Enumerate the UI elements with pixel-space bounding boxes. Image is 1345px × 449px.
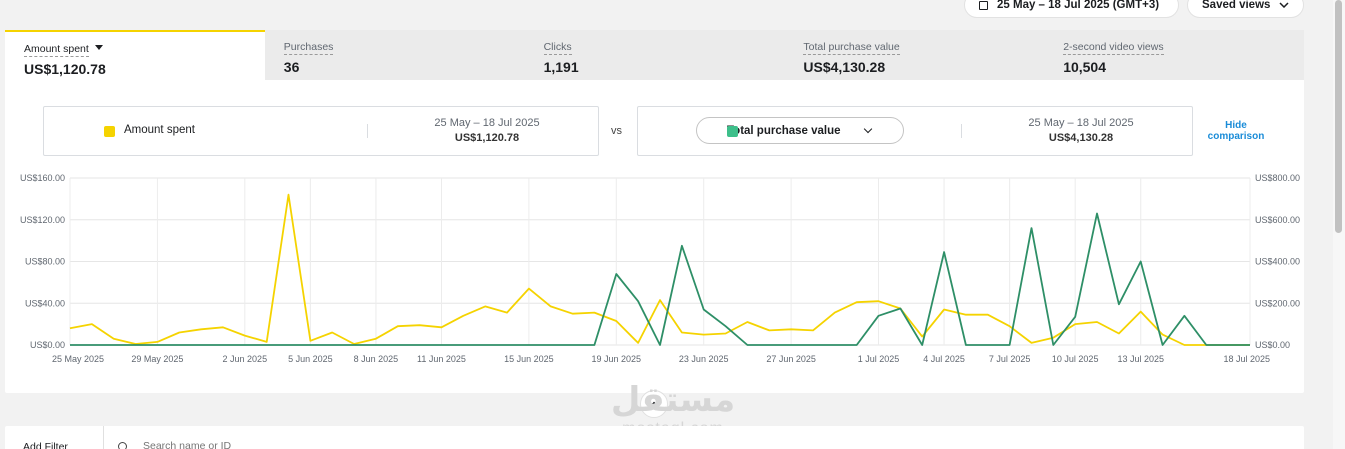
y-left-tick-label: US$120.00 bbox=[20, 215, 65, 225]
amount-spent-line bbox=[69, 193, 1250, 346]
x-tick-label: 2 Jun 2025 bbox=[223, 354, 268, 364]
filter-bar: Add Filter bbox=[5, 426, 1304, 449]
x-tick-label: 29 May 2025 bbox=[131, 354, 183, 364]
y-left-tick-label: US$0.00 bbox=[30, 340, 65, 350]
x-tick-label: 10 Jul 2025 bbox=[1052, 354, 1099, 364]
x-tick-label: 8 Jun 2025 bbox=[354, 354, 399, 364]
x-tick-label: 11 Jun 2025 bbox=[417, 354, 466, 364]
y-right-tick-label: US$0.00 bbox=[1255, 340, 1290, 350]
y-left-tick-label: US$80.00 bbox=[25, 257, 65, 267]
scroll-thumb[interactable] bbox=[1335, 0, 1342, 233]
saved-views-label: Saved views bbox=[1202, 0, 1271, 11]
x-tick-label: 18 Jul 2025 bbox=[1223, 354, 1270, 364]
calendar-icon bbox=[979, 0, 988, 10]
x-tick-label: 4 Jul 2025 bbox=[923, 354, 965, 364]
page-scrollbar[interactable] bbox=[1333, 0, 1345, 449]
saved-views-button[interactable]: Saved views bbox=[1187, 0, 1304, 18]
x-tick-label: 15 Jun 2025 bbox=[504, 354, 554, 364]
date-range-label: 25 May – 18 Jul 2025 (GMT+3) bbox=[997, 0, 1160, 11]
y-left-tick-label: US$160.00 bbox=[20, 173, 65, 183]
divider bbox=[103, 426, 104, 449]
add-filter-button[interactable]: Add Filter bbox=[23, 441, 68, 449]
x-tick-label: 19 Jun 2025 bbox=[592, 354, 642, 364]
x-tick-label: 5 Jun 2025 bbox=[288, 354, 333, 364]
y-left-tick-label: US$40.00 bbox=[25, 298, 65, 308]
x-tick-label: 7 Jul 2025 bbox=[989, 354, 1031, 364]
y-right-tick-label: US$800.00 bbox=[1255, 173, 1300, 183]
y-right-tick-label: US$200.00 bbox=[1255, 298, 1300, 308]
performance-card: Amount spent US$1,120.78 Purchases 36 Cl… bbox=[5, 30, 1304, 393]
date-range-picker[interactable]: 25 May – 18 Jul 2025 (GMT+3) bbox=[964, 0, 1179, 18]
x-tick-label: 23 Jun 2025 bbox=[679, 354, 729, 364]
x-tick-label: 13 Jul 2025 bbox=[1117, 354, 1164, 364]
x-tick-label: 1 Jul 2025 bbox=[858, 354, 900, 364]
chart-x-axis: 25 May 2025 29 May 2025 2 Jun 2025 5 Jun 20… bbox=[52, 354, 1270, 364]
x-tick-label: 27 Jun 2025 bbox=[766, 354, 816, 364]
chevron-down-icon bbox=[1279, 2, 1289, 8]
chart-series bbox=[69, 193, 1250, 346]
line-chart: US$0.00 US$0.00 US$40.00 US$200.00 US$80.00 U… bbox=[20, 173, 1300, 364]
watermark-arabic: مستقل bbox=[610, 380, 736, 420]
y-right-tick-label: US$400.00 bbox=[1255, 257, 1300, 267]
x-tick-label: 25 May 2025 bbox=[52, 354, 104, 364]
search-input[interactable] bbox=[143, 440, 443, 449]
search-icon bbox=[118, 442, 127, 449]
y-right-tick-label: US$600.00 bbox=[1255, 215, 1300, 225]
